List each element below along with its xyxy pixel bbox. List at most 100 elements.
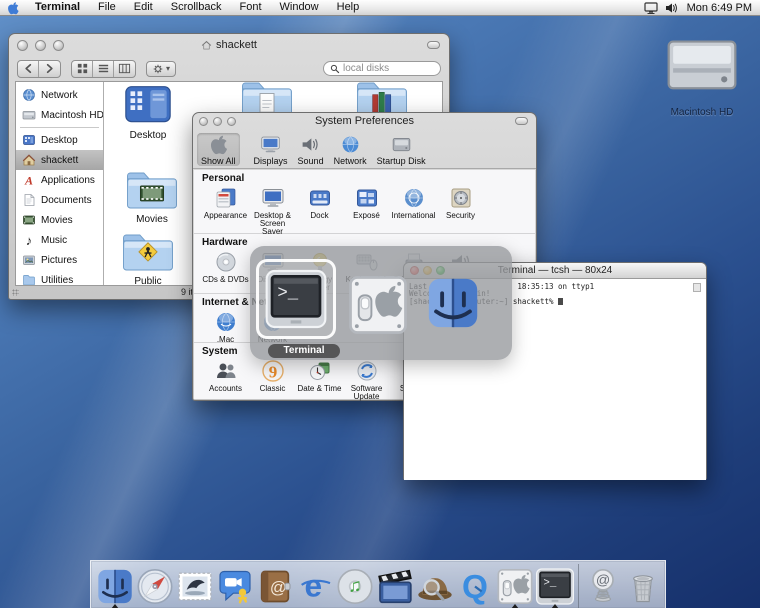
list-view-button[interactable] xyxy=(93,60,114,77)
menu-bar: Terminal File Edit Scrollback Font Window Help… xyxy=(0,0,760,16)
action-menu-button[interactable]: ▾ xyxy=(146,60,177,77)
dock-item-address-book[interactable]: @ xyxy=(255,564,295,608)
resize-grip-icon[interactable] xyxy=(12,289,19,296)
dock-item-link[interactable]: @ xyxy=(583,564,623,608)
desktop-volume-macintosh-hd[interactable]: Macintosh HD xyxy=(662,26,742,118)
pref-pane-dock[interactable]: Dock xyxy=(296,186,343,236)
svg-text:♫: ♫ xyxy=(348,575,362,596)
pref-pane--mac[interactable]: .Mac xyxy=(202,310,249,344)
displays-icon xyxy=(260,134,281,155)
finder-toolbar: ▾ local disks xyxy=(9,56,449,81)
sidebar-item-pictures[interactable]: Pictures xyxy=(16,250,103,270)
dock-item-internet-explorer[interactable]: e xyxy=(295,564,335,608)
dock-item-finder[interactable] xyxy=(95,564,135,608)
dock-item-mail[interactable] xyxy=(175,564,215,608)
forward-button[interactable] xyxy=(39,61,60,77)
switcher-app-finder[interactable] xyxy=(424,274,482,332)
pref-pane-appearance[interactable]: Appearance xyxy=(202,186,249,236)
sidebar-item-utilities[interactable]: Utilities xyxy=(16,270,103,285)
menu-font[interactable]: Font xyxy=(230,0,270,15)
pref-pane-label: International xyxy=(391,211,436,220)
pref-pane-classic[interactable]: 9 Classic xyxy=(249,359,296,401)
pref-pane-cds-dvds[interactable]: CDs & DVDs xyxy=(202,250,249,292)
sidebar-item-label: shackett xyxy=(41,154,79,166)
menu-window[interactable]: Window xyxy=(271,0,328,15)
finder-item-desktop[interactable]: Desktop xyxy=(120,82,176,141)
finder-item-public[interactable]: Public xyxy=(120,228,176,285)
folder-public-icon xyxy=(120,228,176,275)
sidebar-item-movies[interactable]: Movies xyxy=(16,210,103,230)
pref-pane-security[interactable]: Security xyxy=(437,186,484,236)
pref-pane-software-update[interactable]: Software Update xyxy=(343,359,390,401)
pref-pane-accounts[interactable]: Accounts xyxy=(202,359,249,401)
pref-pane-label: Security xyxy=(446,211,475,220)
pref-pane-expos-[interactable]: Exposé xyxy=(343,186,390,236)
desktop-screensaver-icon xyxy=(261,186,285,210)
search-input[interactable]: local disks xyxy=(323,61,441,76)
menu-help[interactable]: Help xyxy=(328,0,369,15)
menu-bar-status: Mon 6:49 PM xyxy=(643,1,760,15)
internet-explorer-icon: e xyxy=(295,564,335,608)
prefs-toolbar-sound[interactable]: Sound xyxy=(294,133,328,166)
prefs-toolbar-label: Displays xyxy=(253,156,288,166)
pref-pane-date-time[interactable]: Date & Time xyxy=(296,359,343,401)
toolbar-toggle-pill[interactable] xyxy=(515,117,528,125)
menu-scrollback[interactable]: Scrollback xyxy=(162,0,231,15)
itunes-icon: ♫ xyxy=(335,564,375,608)
sherlock-icon xyxy=(415,564,455,608)
sidebar-item-music[interactable]: ♪ Music xyxy=(16,230,103,250)
finder-item-movies[interactable]: Movies xyxy=(124,166,180,225)
switcher-app-terminal[interactable]: >_ xyxy=(256,259,336,339)
menu-bar-clock[interactable]: Mon 6:49 PM xyxy=(683,2,752,14)
dock-item-trash[interactable] xyxy=(623,564,663,608)
document-badge-icon xyxy=(693,283,701,292)
sidebar-item-label: Applications xyxy=(41,174,95,186)
dock-item-safari[interactable] xyxy=(135,564,175,608)
svg-text:e: e xyxy=(305,568,323,604)
dock-item-ichat[interactable] xyxy=(215,564,255,608)
displays-menu-icon[interactable] xyxy=(643,1,659,15)
dock-item-terminal[interactable]: >_ xyxy=(535,564,575,608)
show-all-icon xyxy=(208,134,229,155)
system-preferences-dock-icon xyxy=(495,564,535,608)
sidebar-item-network[interactable]: Network xyxy=(16,85,103,105)
sidebar-item-applications[interactable]: A Applications xyxy=(16,170,103,190)
toolbar-toggle-pill[interactable] xyxy=(427,41,440,49)
sidebar-item-shackett[interactable]: shackett xyxy=(16,150,103,170)
column-view-button[interactable] xyxy=(114,61,135,77)
security-icon xyxy=(449,186,473,210)
menu-terminal[interactable]: Terminal xyxy=(26,0,89,15)
prefs-toolbar-startup-disk[interactable]: Startup Disk xyxy=(373,133,430,166)
dock-item-itunes[interactable]: ♫ xyxy=(335,564,375,608)
dock-item-sherlock[interactable] xyxy=(415,564,455,608)
sidebar-item-macintosh-hd[interactable]: Macintosh HD xyxy=(16,105,103,125)
system-preferences-titlebar[interactable]: System Preferences xyxy=(193,113,536,129)
finder-titlebar[interactable]: shackett xyxy=(9,34,449,56)
sidebar-item-documents[interactable]: Documents xyxy=(16,190,103,210)
prefs-toolbar-displays[interactable]: Displays xyxy=(250,133,292,166)
pref-pane-international[interactable]: International xyxy=(390,186,437,236)
column-view-icon xyxy=(118,62,131,75)
terminal-dock-icon: >_ xyxy=(535,564,575,608)
pref-pane-desktop-screen-saver[interactable]: Desktop & Screen Saver xyxy=(249,186,296,236)
dock-item-quicktime-player[interactable]: Q xyxy=(455,564,495,608)
dock-pref-icon xyxy=(308,186,332,210)
startup-disk-icon xyxy=(391,134,412,155)
switcher-app-system-preferences[interactable] xyxy=(345,272,411,338)
dock-item-imovie[interactable] xyxy=(375,564,415,608)
finder-app-icon xyxy=(424,274,482,332)
prefs-toolbar-show-all[interactable]: Show All xyxy=(197,133,240,166)
finder-item-label: Movies xyxy=(136,213,168,225)
prefs-toolbar-network[interactable]: Network xyxy=(330,133,371,166)
sidebar-item-desktop[interactable]: Desktop xyxy=(16,130,103,150)
icon-view-button[interactable] xyxy=(72,60,93,77)
sidebar-item-label: Desktop xyxy=(41,134,78,146)
desktop-item-icon xyxy=(120,82,176,129)
appearance-icon xyxy=(214,186,238,210)
dock-item-system-preferences[interactable] xyxy=(495,564,535,608)
volume-menu-icon[interactable] xyxy=(663,1,679,15)
apple-menu[interactable] xyxy=(0,0,26,15)
back-button[interactable] xyxy=(18,60,39,77)
menu-file[interactable]: File xyxy=(89,0,125,15)
menu-edit[interactable]: Edit xyxy=(125,0,162,15)
